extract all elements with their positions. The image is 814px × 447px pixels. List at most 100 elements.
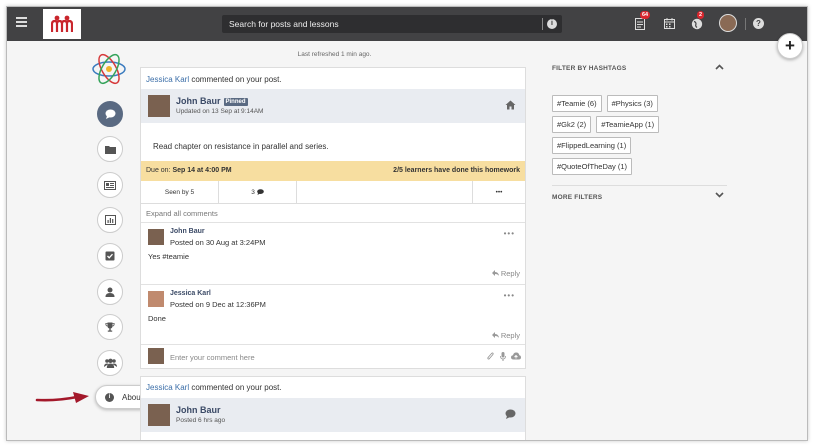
chevron-down-icon[interactable] <box>715 190 724 200</box>
cloud-upload-icon[interactable] <box>511 352 521 362</box>
more-filters-header[interactable]: MORE FILTERS <box>552 192 727 206</box>
post-card: Jessica Karl commented on your post. Joh… <box>140 67 526 369</box>
hashtag-chip[interactable]: #QuoteOfTheDay (1) <box>552 158 633 175</box>
comment-avatar[interactable] <box>148 291 164 307</box>
post-updated-time: Updated on 13 Sep at 9:14AM <box>176 108 264 115</box>
notification-user-link[interactable]: Jessica Karl <box>146 75 189 84</box>
comment-text: Done <box>148 314 166 323</box>
seen-by-button[interactable]: Seen by 5 <box>141 181 219 203</box>
search-info-icon[interactable]: i <box>547 19 557 29</box>
comment-avatar[interactable] <box>148 229 164 245</box>
author-avatar[interactable] <box>148 95 170 117</box>
comment-item: Jessica Karl Posted on 9 Dec at 12:36PM … <box>141 287 525 349</box>
hashtag-filter-title: FILTER BY HASHTAGS <box>552 65 627 72</box>
reply-label: Reply <box>500 269 520 278</box>
comment-author[interactable]: Jessica Karl <box>170 290 211 297</box>
search-input[interactable]: Search for posts and lessons <box>229 19 339 29</box>
topbar-divider <box>745 18 746 30</box>
sidebar-achievements-button[interactable] <box>97 314 123 340</box>
top-bar: Search for posts and lessons i 64 2 ? <box>7 7 807 41</box>
reply-icon <box>491 270 499 276</box>
hashtag-chip[interactable]: #FlippedLearning (1) <box>552 137 632 154</box>
post-stats-row: Seen by 5 3 ••• <box>141 181 525 204</box>
logo-icon <box>51 15 73 32</box>
home-icon[interactable] <box>505 100 516 113</box>
sidebar-reports-button[interactable] <box>97 207 123 233</box>
app-window: Search for posts and lessons i 64 2 ? + <box>6 6 808 441</box>
bar-chart-icon <box>104 215 116 225</box>
expand-all-comments[interactable]: Expand all comments <box>146 209 218 218</box>
help-icon[interactable]: ? <box>753 18 764 29</box>
hashtag-chip[interactable]: #TeamieApp (1) <box>596 116 660 133</box>
comment-options-icon[interactable]: ••• <box>504 291 515 300</box>
search-divider <box>542 18 543 30</box>
comment-count: 3 <box>251 188 255 196</box>
divider <box>141 284 525 285</box>
comment-input[interactable]: Enter your comment here <box>170 353 255 362</box>
globe-icon[interactable] <box>691 18 703 33</box>
chat-bubble-icon <box>105 109 115 119</box>
comment-count-button[interactable]: 3 <box>219 181 297 203</box>
sidebar-groups-button[interactable] <box>97 350 123 376</box>
divider <box>552 185 727 186</box>
attachment-icon[interactable] <box>487 352 494 363</box>
comment-date: Posted on 9 Dec at 12:36PM <box>170 300 266 309</box>
discussion-icon[interactable] <box>505 409 516 422</box>
reply-icon <box>491 332 499 338</box>
comment-icon <box>257 189 264 195</box>
hashtag-chip[interactable]: #Physics (3) <box>606 95 658 112</box>
comment-author[interactable]: John Baur <box>170 228 205 235</box>
create-post-button[interactable]: + <box>777 33 803 59</box>
atom-logo-icon <box>92 53 126 85</box>
due-prefix: Due on: <box>146 167 173 174</box>
reply-link[interactable]: Reply <box>491 269 520 278</box>
calendar-icon[interactable] <box>664 18 675 32</box>
sidebar-news-button[interactable] <box>97 172 123 198</box>
more-filters-title: MORE FILTERS <box>552 194 603 201</box>
post-time: Posted 6 hrs ago <box>176 417 226 424</box>
hashtag-list: #Teamie (6) #Physics (3) #Gk2 (2) #Teami… <box>552 95 692 175</box>
users-icon <box>103 358 117 368</box>
reply-link[interactable]: Reply <box>491 331 520 340</box>
notification-user-link[interactable]: Jessica Karl <box>146 383 189 392</box>
sidebar-newsfeed-button[interactable] <box>97 101 123 127</box>
trophy-icon <box>105 322 115 332</box>
hashtag-filter-header[interactable]: FILTER BY HASHTAGS <box>552 62 727 77</box>
due-date-value: Sep 14 at 4:00 PM <box>172 167 232 174</box>
comment-date: Posted on 30 Aug at 3:24PM <box>170 238 266 247</box>
post-header: John Baur Pinned Updated on 13 Sep at 9:1… <box>141 89 525 123</box>
sidebar-tasks-button[interactable] <box>97 243 123 269</box>
pinned-badge: Pinned <box>223 98 248 106</box>
notification-text: commented on your post. <box>189 383 282 392</box>
chevron-up-icon[interactable] <box>715 62 724 72</box>
hashtag-chip[interactable]: #Gk2 (2) <box>552 116 592 133</box>
user-avatar[interactable] <box>719 14 737 32</box>
info-icon: i <box>105 392 114 402</box>
post-options-button[interactable]: ••• <box>473 181 525 203</box>
pointer-arrow-icon <box>35 392 89 403</box>
post-author[interactable]: John Baur <box>176 96 221 106</box>
microphone-icon[interactable] <box>500 352 506 363</box>
post-card: Jessica Karl commented on your post. Joh… <box>140 376 526 440</box>
app-logo[interactable] <box>43 9 81 39</box>
divider <box>141 222 525 223</box>
homework-due-bar: Due on: Sep 14 at 4:00 PM 2/5 learners h… <box>141 161 525 181</box>
seen-by-text: Seen by 5 <box>164 188 195 196</box>
search-bar[interactable]: Search for posts and lessons i <box>222 15 562 33</box>
newspaper-icon <box>104 180 116 190</box>
composer-avatar <box>148 348 164 364</box>
post-header: John Baur Posted 6 hrs ago <box>141 398 525 432</box>
checkbox-icon <box>105 251 115 261</box>
homework-status[interactable]: 2/5 learners have done this homework <box>393 167 520 174</box>
folder-icon <box>104 145 116 154</box>
menu-icon[interactable] <box>16 17 27 27</box>
sidebar-folders-button[interactable] <box>97 136 123 162</box>
post-options-dots: ••• <box>495 188 503 196</box>
post-author[interactable]: John Baur <box>176 405 221 415</box>
notifications-badge: 64 <box>640 11 651 19</box>
sidebar-profile-button[interactable] <box>97 279 123 305</box>
author-avatar[interactable] <box>148 404 170 426</box>
hashtag-chip[interactable]: #Teamie (6) <box>552 95 602 112</box>
comment-options-icon[interactable]: ••• <box>504 229 515 238</box>
notifications-icon[interactable] <box>635 18 645 33</box>
